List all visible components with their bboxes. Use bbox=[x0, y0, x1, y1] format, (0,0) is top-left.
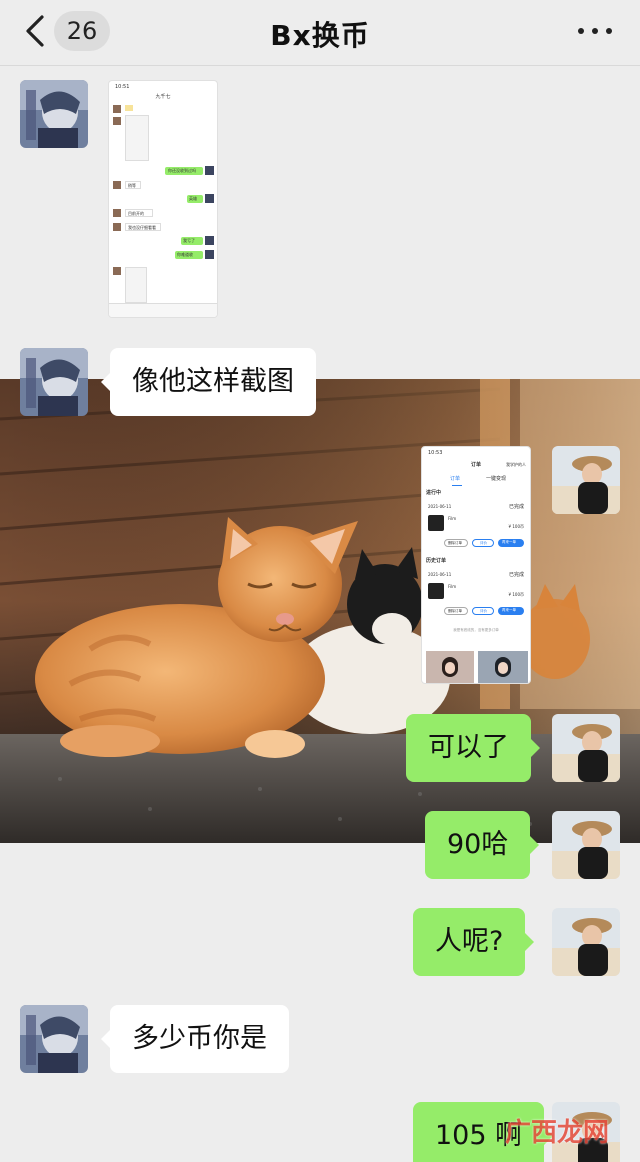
contact-avatar[interactable] bbox=[20, 80, 88, 148]
thumb-btn-rate: 评价 bbox=[472, 539, 494, 547]
thumb-avatar bbox=[113, 209, 121, 217]
thumb-avatar bbox=[113, 267, 121, 275]
my-avatar[interactable] bbox=[552, 811, 620, 879]
order-screenshot-image[interactable]: 10:53 订单 我学护的人 订单 一键变现 进行中 2021-06-11 已完… bbox=[421, 446, 531, 684]
thumb-btn-again: 再来一单 bbox=[498, 607, 524, 615]
my-avatar[interactable] bbox=[552, 714, 620, 782]
thumb-status-time: 10:53 bbox=[428, 450, 443, 456]
thumb-status-time: 10:51 bbox=[115, 84, 130, 90]
thumb-footer: 我是有底线的，没有更多订单 bbox=[453, 628, 499, 632]
thumb-date: 2021-06-11 bbox=[428, 572, 452, 577]
thumb-btn-delete: 删除订单 bbox=[444, 539, 468, 547]
thumb-left-bubble: 我也没仔细看看 bbox=[125, 223, 161, 231]
thumb-sticker bbox=[125, 105, 133, 111]
thumb-right-bubble: 你还没收到过吗 bbox=[165, 167, 203, 175]
thumb-inner-image bbox=[125, 267, 147, 303]
thumb-avatar bbox=[113, 181, 121, 189]
thumb-item-name: Film bbox=[448, 516, 457, 521]
thumb-avatar bbox=[113, 223, 121, 231]
thumb-avatar bbox=[205, 250, 214, 259]
chat-header: 26 Bx换币 bbox=[0, 0, 640, 66]
watermark-text: 广西龙网 bbox=[505, 1118, 610, 1148]
chat-screenshot-image[interactable]: 10:51 九千七 你还没收到过吗 稍等 英雄 目前开的 我也没仔细看看 我亏了… bbox=[108, 80, 218, 318]
thumb-avatar bbox=[205, 194, 214, 203]
thumb-price: ¥ 100币 bbox=[508, 524, 524, 529]
thumb-avatar bbox=[205, 166, 214, 175]
my-avatar[interactable] bbox=[552, 908, 620, 976]
thumb-avatar bbox=[205, 236, 214, 245]
chat-title: Bx换币 bbox=[270, 19, 370, 52]
contact-avatar[interactable] bbox=[20, 348, 88, 416]
thumb-btn-delete: 删除订单 bbox=[444, 607, 468, 615]
thumb-tab-orders: 订单 bbox=[450, 476, 461, 482]
thumb-right-bubble: 我亏了 bbox=[181, 237, 203, 245]
thumb-section: 历史订单 bbox=[426, 558, 447, 564]
thumb-inner-image bbox=[125, 115, 149, 161]
thumb-section: 进行中 bbox=[426, 490, 442, 496]
message-bubble-outgoing[interactable]: 90哈 bbox=[425, 811, 540, 879]
thumb-input-bar bbox=[109, 303, 217, 317]
thumb-title: 九千七 bbox=[155, 94, 171, 100]
thumb-item-name: Film bbox=[448, 584, 457, 589]
thumb-left-bubble: 目前开的 bbox=[125, 209, 153, 217]
thumb-tab-underline bbox=[452, 485, 462, 486]
thumb-right-bubble: 你难道收 bbox=[175, 251, 203, 259]
thumb-tab-cashout: 一键变现 bbox=[486, 476, 507, 482]
thumb-recommend-photo bbox=[478, 651, 528, 683]
thumb-btn-rate: 评价 bbox=[472, 607, 494, 615]
my-avatar[interactable] bbox=[552, 446, 620, 514]
thumb-avatar bbox=[113, 117, 121, 125]
thumb-status: 已完成 bbox=[508, 572, 524, 578]
thumb-item-image bbox=[428, 583, 444, 599]
thumb-left-bubble: 稍等 bbox=[125, 181, 141, 189]
thumb-recommend-photo bbox=[426, 651, 474, 683]
thumb-right-tab: 我学护的人 bbox=[506, 462, 526, 467]
thumb-right-bubble: 英雄 bbox=[187, 195, 203, 203]
message-bubble-incoming[interactable]: 像他这样截图 bbox=[101, 348, 316, 416]
contact-avatar[interactable] bbox=[20, 1005, 88, 1073]
thumb-date: 2021-06-11 bbox=[428, 504, 452, 509]
thumb-price: ¥ 100币 bbox=[508, 592, 524, 597]
thumb-status: 已完成 bbox=[508, 504, 524, 510]
message-bubble-incoming[interactable]: 多少币你是 bbox=[101, 1005, 289, 1073]
cat-background-photo bbox=[0, 379, 640, 843]
thumb-btn-again: 再来一单 bbox=[498, 539, 524, 547]
message-bubble-outgoing[interactable]: 人呢? bbox=[413, 908, 535, 976]
thumb-item-image bbox=[428, 515, 444, 531]
thumb-avatar bbox=[113, 105, 121, 113]
message-bubble-outgoing[interactable]: 可以了 bbox=[406, 714, 540, 782]
more-options-icon[interactable] bbox=[578, 22, 614, 40]
